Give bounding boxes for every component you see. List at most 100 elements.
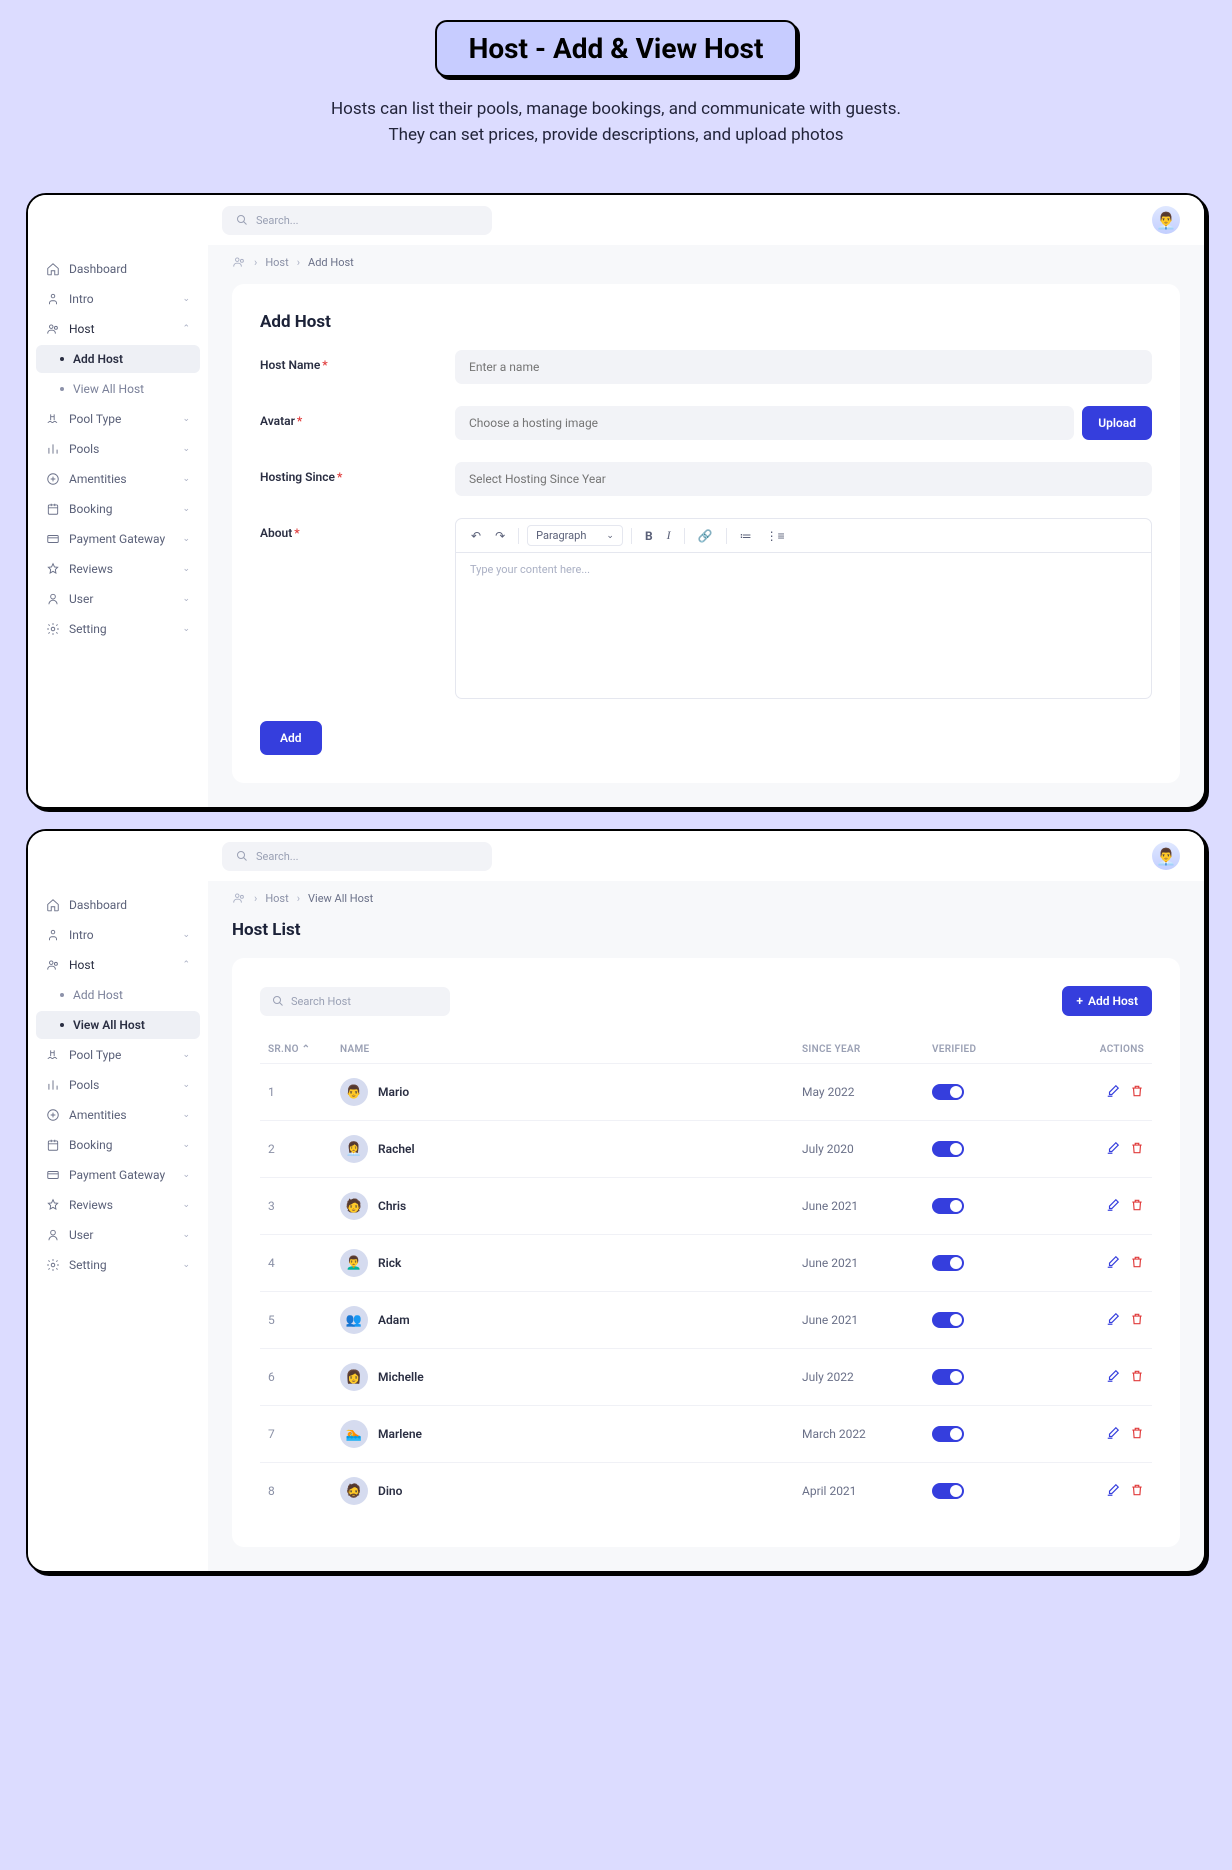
host-name-input[interactable] [455,350,1152,384]
about-textarea[interactable]: Type your content here... [456,553,1151,698]
cell-name: 👨Mario [340,1078,802,1106]
nav-user[interactable]: User⌄ [36,585,200,613]
avatar: 🧑 [340,1192,368,1220]
delete-button[interactable] [1130,1312,1144,1329]
verified-toggle[interactable] [932,1255,964,1271]
edit-button[interactable] [1106,1255,1120,1272]
profile-avatar[interactable]: 👨‍💼 [1152,842,1180,870]
chevron-down-icon: ⌄ [182,1260,190,1270]
avatar: 👥 [340,1306,368,1334]
nav-dashboard[interactable]: Dashboard [36,891,200,919]
cell-sr: 3 [260,1199,340,1213]
number-list-button[interactable]: ⋮≡ [761,526,790,546]
nav-host[interactable]: Host⌃ [36,951,200,979]
chevron-up-icon: ⌃ [182,960,190,970]
cell-actions [1062,1369,1152,1386]
verified-toggle[interactable] [932,1084,964,1100]
nav-pools[interactable]: Pools⌄ [36,435,200,463]
nav-user[interactable]: User⌄ [36,1221,200,1249]
nav-add-host[interactable]: Add Host [36,345,200,373]
search-placeholder: Search... [256,850,299,863]
bold-button[interactable]: B [640,526,658,546]
nav-label: Setting [69,622,107,636]
breadcrumb: › Host › View All Host [232,891,1180,905]
global-search[interactable]: Search... [222,842,492,871]
plus-icon: + [1076,994,1083,1008]
edit-button[interactable] [1106,1198,1120,1215]
host-search[interactable]: Search Host [260,987,450,1016]
label-host-name: Host Name* [260,350,435,372]
th-sr[interactable]: SR.NO ⌃ [260,1044,340,1055]
nav-payment-gateway[interactable]: Payment Gateway⌄ [36,525,200,553]
th-name[interactable]: NAME [340,1044,802,1055]
dot-icon [60,1023,64,1027]
nav-booking[interactable]: Booking⌄ [36,495,200,523]
th-year[interactable]: SINCE YEAR [802,1044,932,1055]
undo-button[interactable]: ↶ [466,526,486,546]
verified-toggle[interactable] [932,1369,964,1385]
nav-pool-type[interactable]: Pool Type⌄ [36,405,200,433]
nav-intro[interactable]: Intro⌄ [36,285,200,313]
verified-toggle[interactable] [932,1141,964,1157]
nav-label: Amentities [69,472,127,486]
nav-label: Pools [69,442,99,456]
edit-button[interactable] [1106,1369,1120,1386]
delete-button[interactable] [1130,1426,1144,1443]
cell-actions [1062,1312,1152,1329]
dot-icon [60,387,64,391]
edit-button[interactable] [1106,1483,1120,1500]
nav-pool-type[interactable]: Pool Type⌄ [36,1041,200,1069]
nav-add-host[interactable]: Add Host [36,981,200,1009]
users-icon [232,255,246,269]
link-button[interactable]: 🔗 [693,526,718,546]
avatar-input[interactable] [455,406,1074,440]
nav-label: View All Host [73,1018,145,1032]
edit-button[interactable] [1106,1141,1120,1158]
nav-view-all-host[interactable]: View All Host [36,375,200,403]
crumb-host[interactable]: Host [265,892,288,905]
delete-button[interactable] [1130,1141,1144,1158]
global-search[interactable]: Search... [222,206,492,235]
nav-reviews[interactable]: Reviews⌄ [36,555,200,583]
nav-amenities[interactable]: Amentities⌄ [36,1101,200,1129]
nav-intro[interactable]: Intro⌄ [36,921,200,949]
delete-button[interactable] [1130,1198,1144,1215]
delete-button[interactable] [1130,1084,1144,1101]
nav-view-all-host[interactable]: View All Host [36,1011,200,1039]
nav-label: Add Host [73,352,123,366]
add-button[interactable]: Add [260,721,322,755]
paragraph-select[interactable]: Paragraph⌄ [527,525,623,546]
cell-sr: 8 [260,1484,340,1498]
verified-toggle[interactable] [932,1426,964,1442]
th-verified[interactable]: VERIFIED [932,1044,1062,1055]
edit-button[interactable] [1106,1084,1120,1101]
nav-payment-gateway[interactable]: Payment Gateway⌄ [36,1161,200,1189]
home-icon [46,898,60,912]
nav-booking[interactable]: Booking⌄ [36,1131,200,1159]
delete-button[interactable] [1130,1369,1144,1386]
verified-toggle[interactable] [932,1312,964,1328]
cell-year: May 2022 [802,1085,932,1099]
profile-avatar[interactable]: 👨‍💼 [1152,206,1180,234]
verified-toggle[interactable] [932,1483,964,1499]
redo-button[interactable]: ↷ [490,526,510,546]
cell-sr: 1 [260,1085,340,1099]
nav-setting[interactable]: Setting⌄ [36,1251,200,1279]
add-host-button[interactable]: +Add Host [1062,986,1152,1016]
italic-button[interactable]: I [662,525,676,546]
nav-host[interactable]: Host⌃ [36,315,200,343]
nav-dashboard[interactable]: Dashboard [36,255,200,283]
upload-button[interactable]: Upload [1082,406,1152,440]
edit-button[interactable] [1106,1312,1120,1329]
bullet-list-button[interactable]: ≔ [735,526,757,546]
nav-pools[interactable]: Pools⌄ [36,1071,200,1099]
verified-toggle[interactable] [932,1198,964,1214]
edit-button[interactable] [1106,1426,1120,1443]
nav-reviews[interactable]: Reviews⌄ [36,1191,200,1219]
hosting-since-input[interactable] [455,462,1152,496]
nav-amenities[interactable]: Amentities⌄ [36,465,200,493]
delete-button[interactable] [1130,1255,1144,1272]
crumb-host[interactable]: Host [265,256,288,269]
nav-setting[interactable]: Setting⌄ [36,615,200,643]
delete-button[interactable] [1130,1483,1144,1500]
